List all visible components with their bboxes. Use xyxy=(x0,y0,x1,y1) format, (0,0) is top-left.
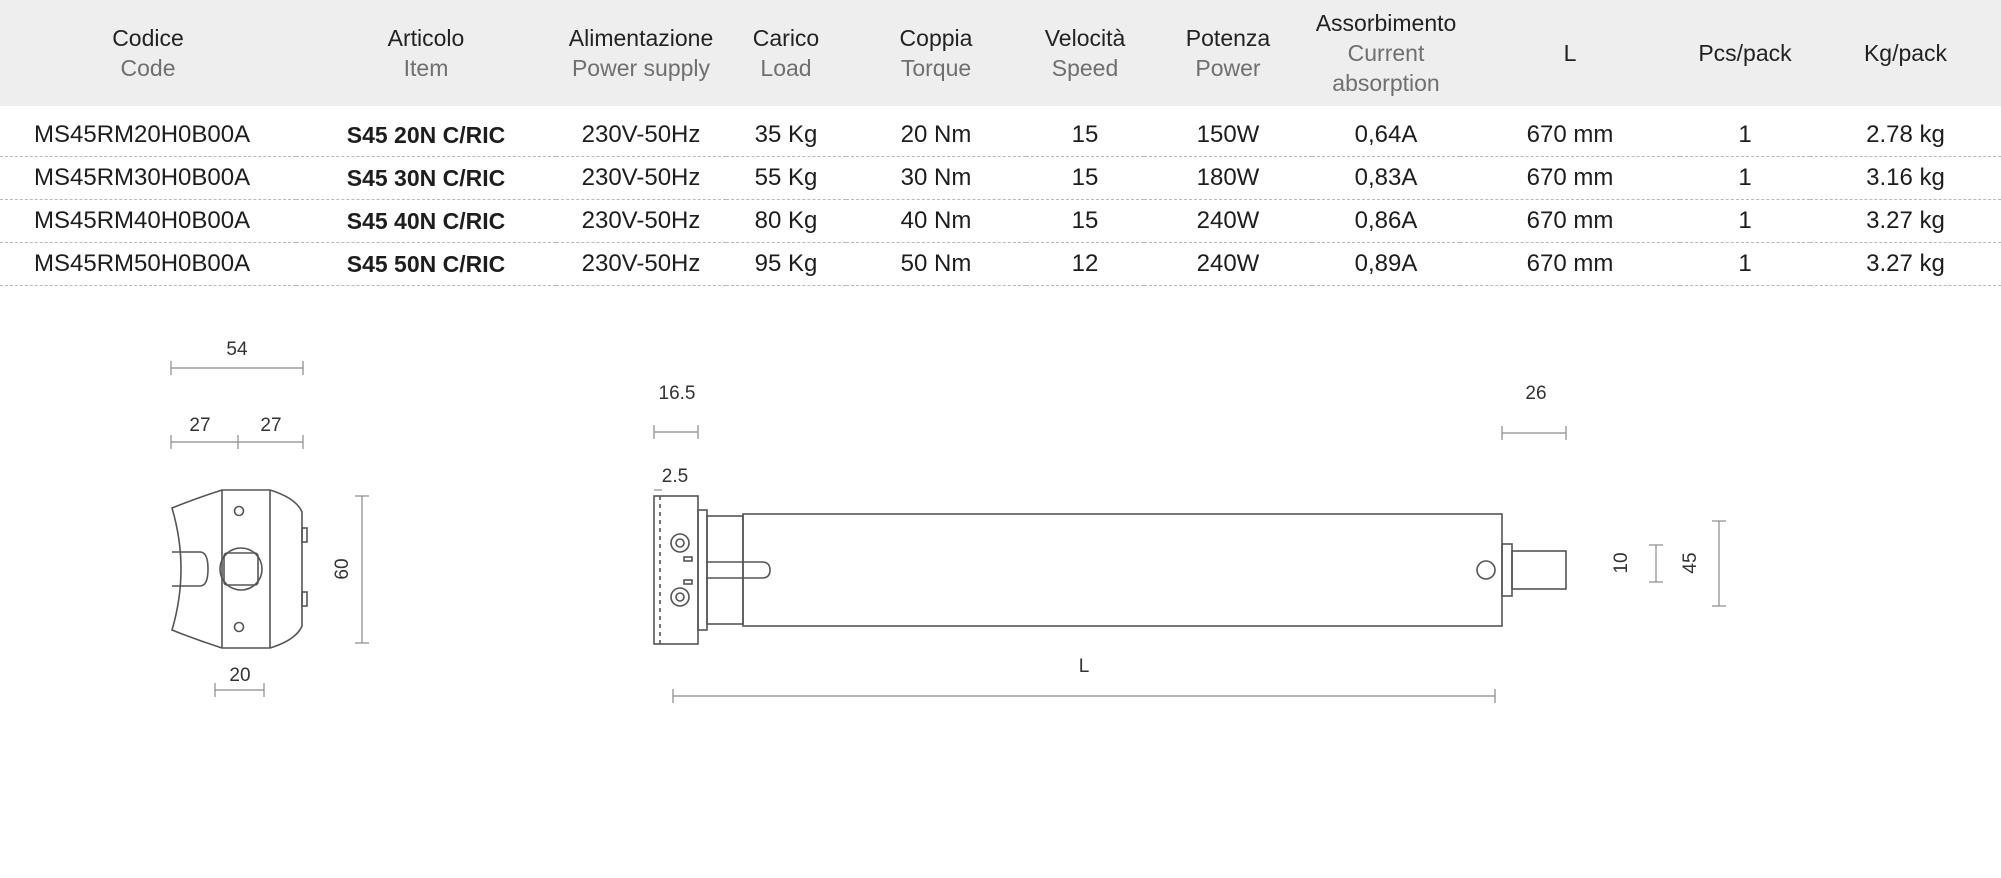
dim-label-60: 60 xyxy=(332,558,353,579)
limit-screw-top xyxy=(670,533,690,553)
motor-shaft-base xyxy=(1501,543,1513,597)
head-screw-bottom xyxy=(233,621,245,633)
head-view xyxy=(171,489,308,649)
limit-arrow-bottom xyxy=(683,579,693,585)
limit-screw-bottom xyxy=(670,587,690,607)
dim-label-45: 45 xyxy=(1680,552,1701,573)
dim-label-10: 10 xyxy=(1611,552,1632,573)
motor-neck xyxy=(706,515,744,625)
dim-label-27-left: 27 xyxy=(189,415,210,436)
head-slot xyxy=(172,551,209,587)
side-dimensions xyxy=(653,425,1726,703)
motor-tube xyxy=(742,513,1503,627)
dim-label-l: L xyxy=(1079,656,1090,677)
motor-head-collar xyxy=(697,509,708,631)
motor-tube-hole xyxy=(1476,560,1496,580)
technical-drawing: 54 27 27 60 20 16.5 2.5 26 10 45 L xyxy=(170,339,1726,703)
head-body-outline xyxy=(171,489,303,649)
motor-shaft xyxy=(1511,550,1567,590)
limit-arrow-top xyxy=(683,556,693,562)
dim-label-20: 20 xyxy=(229,665,250,686)
limit-screw-bottom-inner xyxy=(675,592,685,602)
head-square-socket-ring xyxy=(219,547,263,591)
dim-label-26: 26 xyxy=(1525,383,1546,404)
side-view xyxy=(653,495,1567,645)
head-tab-bottom xyxy=(301,591,308,607)
dim-label-54: 54 xyxy=(226,339,248,360)
limit-screw-top-inner xyxy=(675,538,685,548)
motor-tube-slot xyxy=(707,561,771,579)
head-tab-top xyxy=(301,527,308,543)
dim-label-27-right: 27 xyxy=(260,415,281,436)
head-screw-top xyxy=(233,505,245,517)
dim-label-16-5: 16.5 xyxy=(659,383,696,404)
dim-label-2-5: 2.5 xyxy=(662,466,688,487)
head-square-socket xyxy=(223,552,259,586)
